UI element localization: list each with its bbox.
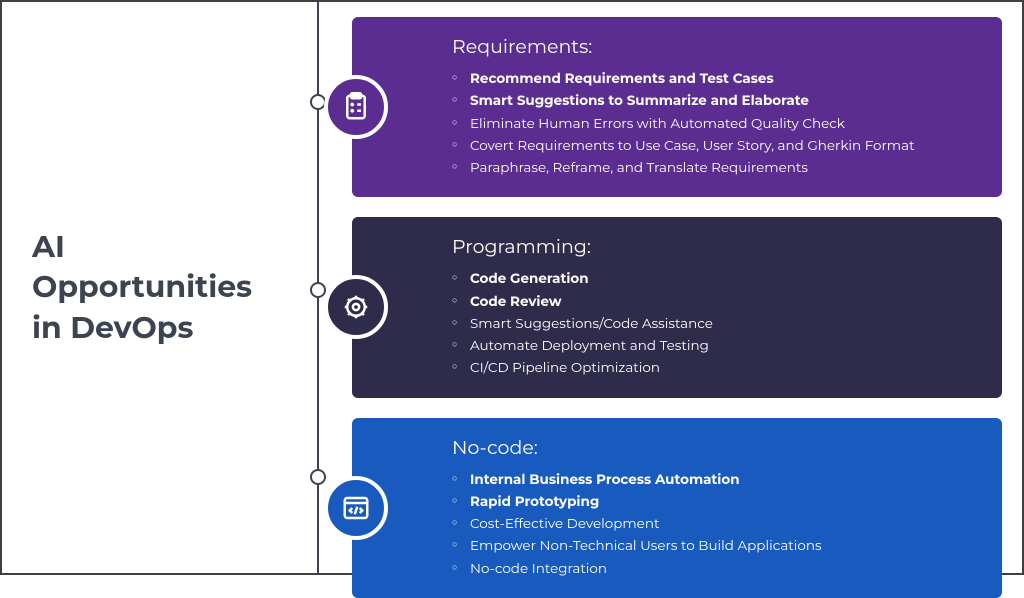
checklist-icon [324, 75, 388, 139]
gear-icon [324, 275, 388, 339]
card-programming: Programming: Code Generation Code Review… [352, 217, 1002, 397]
list-item: Code Generation [452, 268, 972, 290]
list-item: No-code Integration [452, 558, 972, 580]
timeline-node-3 [310, 469, 326, 485]
card-list: Internal Business Process Automation Rap… [452, 469, 972, 580]
card-requirements: Requirements: Recommend Requirements and… [352, 17, 1002, 197]
list-item: Cost-Effective Development [452, 513, 972, 535]
list-item: Code Review [452, 291, 972, 313]
main-title: AI Opportunities in DevOps [32, 227, 282, 349]
list-item: Smart Suggestions to Summarize and Elabo… [452, 90, 972, 112]
diagram-container: AI Opportunities in DevOps Requirements:… [2, 2, 1022, 573]
list-item: Paraphrase, Reframe, and Translate Requi… [452, 157, 972, 179]
list-item: CI/CD Pipeline Optimization [452, 357, 972, 379]
code-window-icon [324, 476, 388, 540]
list-item: Smart Suggestions/Code Assistance [452, 313, 972, 335]
card-heading: No-code: [452, 436, 972, 459]
card-heading: Requirements: [452, 35, 972, 58]
card-list: Recommend Requirements and Test Cases Sm… [452, 68, 972, 179]
card-list: Code Generation Code Review Smart Sugges… [452, 268, 972, 379]
list-item: Recommend Requirements and Test Cases [452, 68, 972, 90]
timeline-node-2 [310, 282, 326, 298]
left-panel: AI Opportunities in DevOps [2, 2, 302, 573]
list-item: Rapid Prototyping [452, 491, 972, 513]
list-item: Automate Deployment and Testing [452, 335, 972, 357]
cards-panel: Requirements: Recommend Requirements and… [302, 2, 1022, 573]
card-nocode: No-code: Internal Business Process Autom… [352, 418, 1002, 598]
list-item: Empower Non-Technical Users to Build App… [452, 535, 972, 557]
list-item: Covert Requirements to Use Case, User St… [452, 135, 972, 157]
list-item: Eliminate Human Errors with Automated Qu… [452, 113, 972, 135]
list-item: Internal Business Process Automation [452, 469, 972, 491]
card-heading: Programming: [452, 235, 972, 258]
